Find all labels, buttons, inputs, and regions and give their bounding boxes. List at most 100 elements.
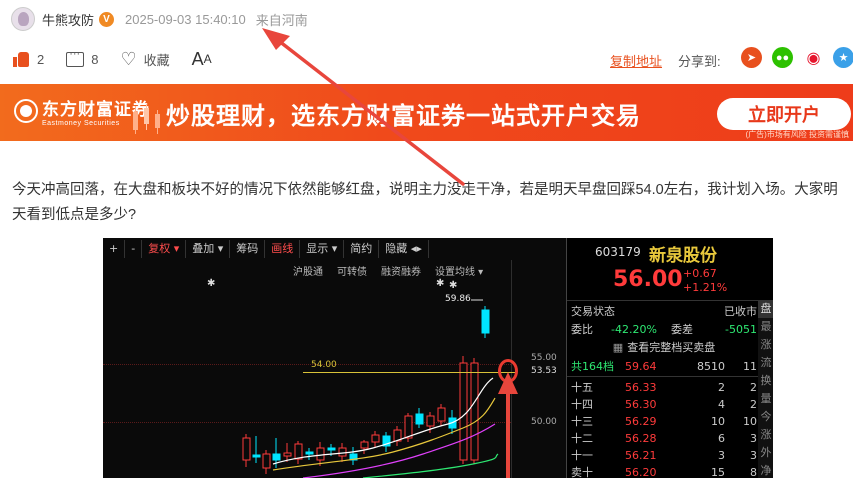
weicha-value: -5051 xyxy=(725,322,757,336)
total-vol: 8510 xyxy=(697,359,725,373)
side-char: 量 xyxy=(760,392,772,405)
order-book-row: 卖十 56.20 15 8 xyxy=(571,463,757,478)
total-cnt: 11 xyxy=(743,359,757,373)
candle-body xyxy=(459,362,468,461)
candle-body xyxy=(437,407,446,422)
candle-body xyxy=(404,415,413,439)
copy-link-button[interactable]: 复制地址 xyxy=(610,51,662,70)
side-char: 最 xyxy=(760,320,772,333)
axis-label-55: 55.00 xyxy=(531,353,557,363)
candle-body xyxy=(415,413,424,425)
order-book-row: 十五 56.33 2 2 xyxy=(571,378,757,396)
change-value: +0.67 xyxy=(683,267,717,280)
stock-price: 56.00 xyxy=(613,267,683,292)
favorite-label: 收藏 xyxy=(143,52,170,68)
order-book-row: 十一 56.21 3 3 xyxy=(571,446,757,464)
side-char: 净 xyxy=(760,464,772,477)
level-price: 56.21 xyxy=(625,448,657,462)
level-label: 十一 xyxy=(571,449,593,462)
weibi-value: -42.20% xyxy=(611,322,657,336)
level-vol: 15 xyxy=(711,465,725,478)
order-book-row: 十四 56.30 4 2 xyxy=(571,395,757,413)
stock-change: +0.67 +1.21% xyxy=(683,267,727,295)
total-price: 59.64 xyxy=(625,359,657,373)
level-cnt: 10 xyxy=(743,414,757,428)
comment-count: 8 xyxy=(91,51,99,67)
event-marker-icon: ✱ xyxy=(436,278,444,289)
side-char: 流 xyxy=(760,356,772,369)
side-char: 涨 xyxy=(760,338,772,351)
candles-decoration-icon xyxy=(133,104,160,134)
share-weibo-icon[interactable]: ◉ xyxy=(803,47,824,68)
stock-code: 603179 xyxy=(595,245,641,259)
level-vol: 10 xyxy=(711,414,725,428)
level-price: 56.20 xyxy=(625,465,657,478)
kline-plot: ✱ ✱ ✱ xyxy=(207,278,499,478)
share-label: 分享到: xyxy=(678,54,721,69)
post-timestamp: 2025-09-03 15:40:10 xyxy=(125,11,246,27)
comment-button[interactable]: 8 xyxy=(66,48,99,67)
username[interactable]: 牛熊攻防 xyxy=(42,10,94,29)
candle-body xyxy=(371,434,380,443)
candle-body xyxy=(262,453,271,469)
candle-body xyxy=(360,441,369,449)
side-tab[interactable]: 盘 xyxy=(758,300,773,318)
font-size-small: A xyxy=(203,52,212,66)
level-vol: 6 xyxy=(718,431,725,445)
total-label: 共164档 xyxy=(571,360,614,373)
side-panel: 盘 最涨流换量今涨外净流 xyxy=(758,300,773,478)
candle-body xyxy=(272,453,281,461)
event-marker-icon: ✱ xyxy=(207,278,215,289)
level-label: 十二 xyxy=(571,432,593,445)
heart-icon: ♡ xyxy=(120,49,137,69)
share-qzone-icon[interactable]: ★ xyxy=(833,47,853,68)
change-pct: +1.21% xyxy=(683,281,728,294)
level-cnt: 3 xyxy=(750,431,757,445)
level-cnt: 2 xyxy=(750,397,757,411)
font-size-button[interactable]: AA xyxy=(192,49,212,70)
level-vol: 3 xyxy=(718,448,725,462)
open-account-button[interactable]: 立即开户 xyxy=(717,98,851,130)
comment-icon xyxy=(66,48,85,67)
weibi-label: 委比 xyxy=(571,323,593,336)
side-char: 换 xyxy=(760,374,772,387)
ad-banner[interactable]: 东方财富证券 Eastmoney Securities 炒股理财，选东方财富证券… xyxy=(0,84,853,141)
full-book-row[interactable]: ▦ 查看完整档买卖盘 xyxy=(571,338,757,356)
candle-body xyxy=(470,362,479,461)
candle-body xyxy=(252,454,261,458)
candle-body xyxy=(294,443,303,460)
candle-body xyxy=(426,415,435,427)
candle-body xyxy=(327,447,336,451)
level-price: 56.33 xyxy=(625,380,657,394)
like-button[interactable]: 2 xyxy=(13,51,44,67)
candle-body xyxy=(242,437,251,461)
grid-icon: ▦ xyxy=(612,340,624,354)
status-label: 交易状态 xyxy=(571,305,615,318)
quote-panel: 603179 新泉股份 56.00 +0.67 +1.21% 交易状态 已收市 委… xyxy=(566,238,773,478)
candle-body xyxy=(305,451,314,455)
level-cnt: 8 xyxy=(750,465,757,478)
post-location: 来自河南 xyxy=(255,12,308,28)
favorite-button[interactable]: ♡ 收藏 xyxy=(120,50,169,69)
candle-body xyxy=(338,447,347,457)
post-image-stock-chart[interactable]: + - 复权 ▾ 叠加 ▾ 筹码 画线 显示 ▾ 简约 隐藏 ◂▸ 沪股通 可转… xyxy=(103,238,773,478)
high-price-label: 59.86 xyxy=(445,294,471,304)
action-bar: 2 8 ♡ 收藏 AA xyxy=(0,42,853,76)
full-book-link[interactable]: 查看完整档买卖盘 xyxy=(627,339,715,355)
avatar[interactable] xyxy=(11,7,35,31)
post-body: 今天冲高回落，在大盘和板块不好的情况下依然能够红盘，说明主力没走干净，若是明天早… xyxy=(12,182,838,223)
candle-body xyxy=(481,309,490,334)
order-book-row: 十二 56.28 6 3 xyxy=(571,429,757,447)
red-circle-annotation xyxy=(498,359,518,383)
axis-label-53-53: 53.53 xyxy=(531,366,557,376)
side-char: 涨 xyxy=(760,428,772,441)
level-label: 十四 xyxy=(571,398,593,411)
candle-body xyxy=(283,452,292,457)
level-price: 56.28 xyxy=(625,431,657,445)
order-book-row: 十三 56.29 10 10 xyxy=(571,412,757,430)
like-count: 2 xyxy=(37,51,45,67)
share-wechat-icon[interactable]: ●● xyxy=(772,47,793,68)
verified-badge-icon: V xyxy=(99,11,115,27)
level-label: 卖十 xyxy=(571,466,593,478)
share-paper-plane-icon[interactable]: ➤ xyxy=(741,47,762,68)
